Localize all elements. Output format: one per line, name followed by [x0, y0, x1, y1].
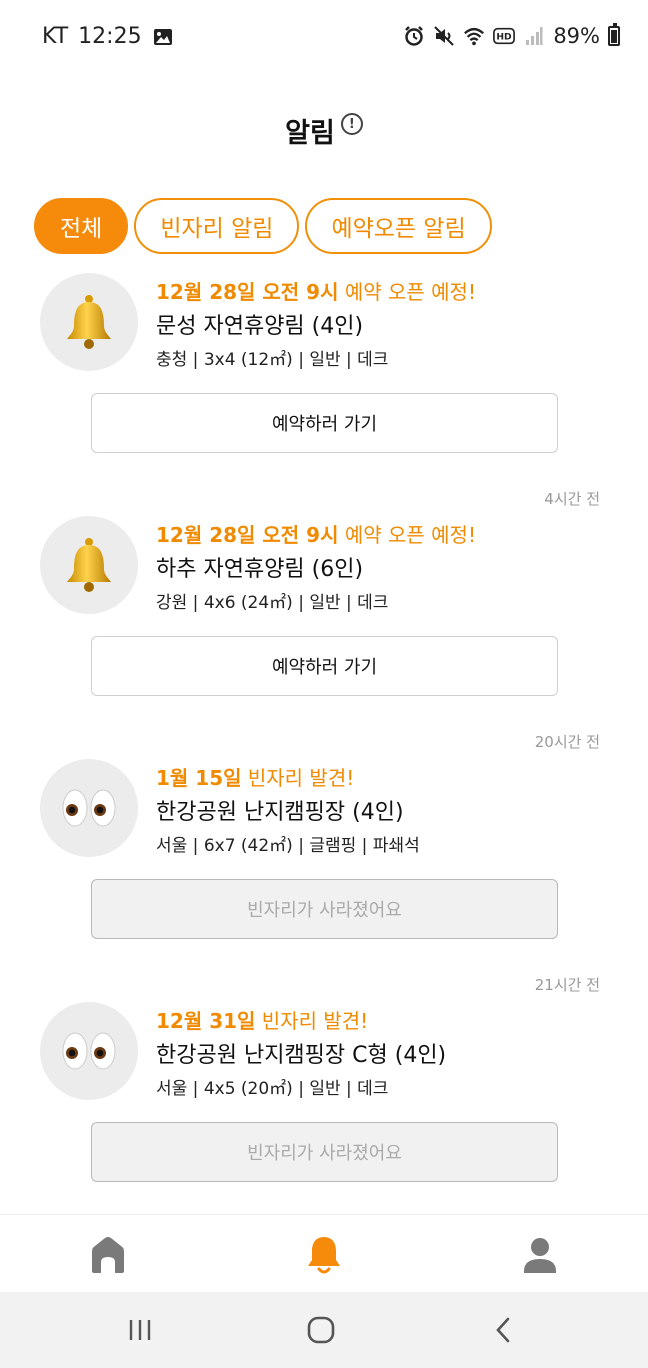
hd-icon: HD — [493, 25, 516, 47]
clock: 12:25 — [78, 24, 142, 49]
tab-reservation-open-alerts[interactable]: 예약오픈 알림 — [305, 198, 492, 254]
campsite-title: 문성 자연휴양림 (4인) — [156, 314, 364, 339]
bell-emoji-icon — [40, 273, 138, 371]
back-button[interactable] — [483, 1312, 523, 1348]
profile-icon — [524, 1238, 556, 1273]
campsite-title: 한강공원 난지캠핑장 (4인) — [156, 800, 404, 825]
notification-timestamp: 20시간 전 — [534, 733, 600, 751]
page-header: 알림 ! — [0, 104, 648, 156]
bottom-nav — [0, 1214, 648, 1292]
alarm-icon — [403, 25, 425, 47]
notification-date: 12월 28일 오전 9시 — [156, 523, 339, 547]
eyes-emoji-icon — [40, 1002, 138, 1100]
notification-status: 예약 오픈 예정! — [338, 280, 476, 304]
image-icon — [152, 26, 174, 48]
notification-date: 12월 28일 오전 9시 — [156, 280, 339, 304]
signal-icon — [523, 25, 545, 47]
nav-profile[interactable] — [516, 1231, 564, 1279]
system-nav-bar — [0, 1292, 648, 1368]
wifi-icon — [463, 25, 485, 47]
bell-icon — [308, 1237, 340, 1274]
mute-icon — [433, 25, 455, 47]
campsite-meta: 서울 | 4x5 (20㎡) | 일반 | 데크 — [156, 1079, 389, 1099]
notification-headline: 1월 15일 빈자리 발견! — [156, 762, 354, 791]
notification-status: 빈자리 발견! — [255, 1009, 369, 1033]
back-chevron-icon — [496, 1317, 510, 1343]
svg-text:HD: HD — [497, 32, 513, 43]
nav-alerts[interactable] — [300, 1231, 348, 1279]
notification-date: 1월 15일 — [156, 766, 242, 790]
notification-status: 예약 오픈 예정! — [338, 523, 476, 547]
notification-headline: 12월 28일 오전 9시 예약 오픈 예정! — [156, 519, 476, 548]
campsite-meta: 충청 | 3x4 (12㎡) | 일반 | 데크 — [156, 350, 389, 370]
info-icon[interactable]: ! — [340, 113, 363, 135]
notification-status: 빈자리 발견! — [241, 766, 355, 790]
carrier-label: KT — [42, 24, 69, 49]
battery-icon — [608, 23, 620, 46]
home-icon — [92, 1237, 124, 1273]
campsite-title: 하추 자연휴양림 (6인) — [156, 557, 364, 582]
go-reserve-button[interactable]: 예약하러 가기 — [91, 393, 558, 453]
notification-timestamp: 4시간 전 — [544, 490, 600, 508]
eyes-emoji-icon — [40, 759, 138, 857]
bell-emoji-icon — [40, 516, 138, 614]
filter-tabs: 전체 빈자리 알림 예약오픈 알림 — [34, 198, 492, 254]
nav-home[interactable] — [84, 1231, 132, 1279]
recent-apps-icon — [129, 1320, 151, 1340]
tab-all[interactable]: 전체 — [34, 198, 129, 254]
vacancy-gone-button: 빈자리가 사라졌어요 — [91, 1122, 558, 1182]
campsite-meta: 서울 | 6x7 (42㎡) | 글램핑 | 파쇄석 — [156, 836, 420, 856]
home-circle-icon — [307, 1316, 335, 1344]
notification-headline: 12월 28일 오전 9시 예약 오픈 예정! — [156, 276, 476, 305]
notification-timestamp: 21시간 전 — [534, 976, 600, 994]
status-bar: KT 12:25 HD 89% — [0, 0, 648, 76]
notification-date: 12월 31일 — [156, 1009, 256, 1033]
battery-percent: 89% — [553, 24, 600, 48]
go-reserve-button[interactable]: 예약하러 가기 — [91, 636, 558, 696]
home-system-button[interactable] — [301, 1312, 341, 1348]
campsite-meta: 강원 | 4x6 (24㎡) | 일반 | 데크 — [156, 593, 389, 613]
vacancy-gone-button: 빈자리가 사라졌어요 — [91, 879, 558, 939]
recent-apps-button[interactable] — [120, 1312, 160, 1348]
page-title: 알림 — [285, 117, 335, 149]
tab-vacancy-alerts[interactable]: 빈자리 알림 — [134, 198, 300, 254]
notification-headline: 12월 31일 빈자리 발견! — [156, 1005, 368, 1034]
campsite-title: 한강공원 난지캠핑장 C형 (4인) — [156, 1043, 447, 1068]
